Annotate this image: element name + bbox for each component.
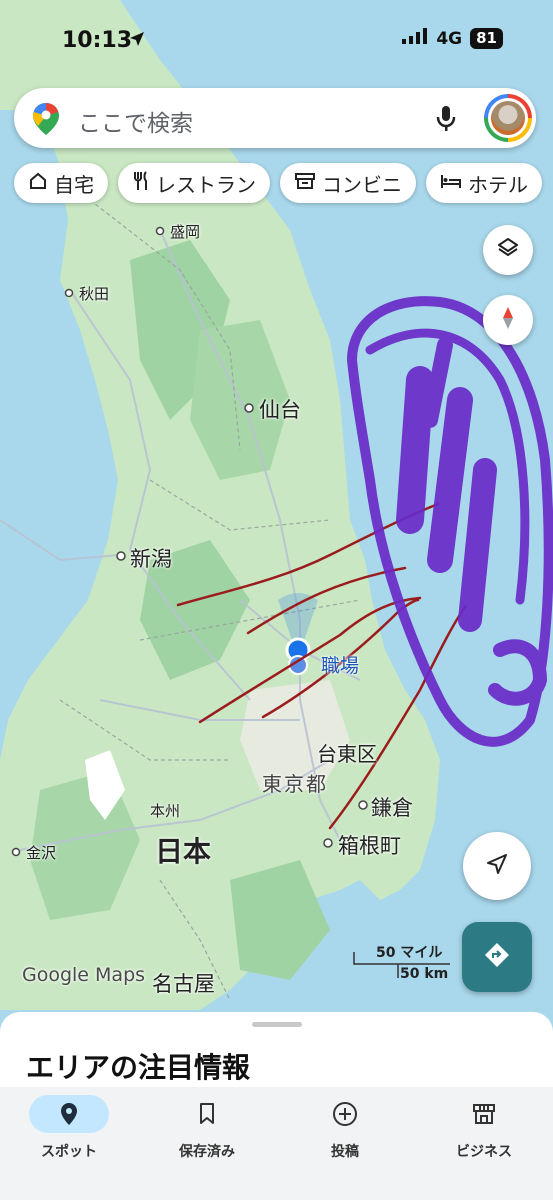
search-bar[interactable]: ここで検索 bbox=[14, 88, 536, 148]
compass-icon bbox=[497, 305, 519, 335]
city-label-taito: 台東区 bbox=[317, 742, 377, 766]
city-label-nagoya: 名古屋 bbox=[152, 972, 215, 996]
bookmark-icon bbox=[167, 1095, 247, 1133]
navigation-arrow-icon bbox=[485, 852, 509, 880]
category-chips: 自宅 レストラン コンビニ ホテル bbox=[14, 163, 542, 203]
chip-restaurant[interactable]: レストラン bbox=[118, 163, 270, 203]
tab-label: ビジネス bbox=[456, 1144, 512, 1160]
google-maps-logo-icon bbox=[32, 102, 60, 140]
store-icon bbox=[294, 171, 316, 196]
directions-button[interactable] bbox=[462, 922, 532, 992]
sheet-title: エリアの注目情報 bbox=[26, 1051, 251, 1084]
scale-miles: 50 マイル bbox=[376, 945, 443, 961]
hotel-icon bbox=[440, 171, 462, 195]
my-location-button[interactable] bbox=[463, 832, 531, 900]
bottom-sheet[interactable]: エリアの注目情報 bbox=[0, 1012, 553, 1092]
tab-label: スポット bbox=[41, 1144, 97, 1160]
city-label-hakone: 箱根町 bbox=[338, 834, 401, 858]
chip-label: レストラン bbox=[156, 172, 256, 197]
home-icon bbox=[28, 171, 48, 196]
status-time: 10:13 bbox=[62, 28, 133, 53]
microphone-icon[interactable] bbox=[434, 104, 458, 136]
layers-icon bbox=[496, 236, 520, 264]
add-circle-icon bbox=[305, 1095, 385, 1133]
chip-home[interactable]: 自宅 bbox=[14, 163, 108, 203]
tab-saved[interactable]: 保存済み bbox=[147, 1095, 267, 1161]
google-maps-watermark: Google Maps bbox=[22, 964, 146, 986]
city-label-sendai: 仙台 bbox=[259, 398, 301, 422]
directions-icon bbox=[484, 942, 510, 972]
search-input[interactable]: ここで検索 bbox=[78, 104, 193, 138]
tab-label: 保存済み bbox=[179, 1144, 235, 1160]
country-label-japan: 日本 bbox=[155, 835, 212, 868]
layers-button[interactable] bbox=[483, 225, 533, 275]
city-label-morioka: 盛岡 bbox=[170, 223, 201, 241]
location-arrow-icon bbox=[128, 30, 146, 52]
city-label-kanazawa: 金沢 bbox=[26, 844, 57, 862]
sheet-drag-handle[interactable] bbox=[252, 1022, 302, 1027]
city-label-niigata: 新潟 bbox=[130, 547, 172, 571]
tab-business[interactable]: ビジネス bbox=[424, 1095, 544, 1161]
chip-hotel[interactable]: ホテル bbox=[426, 163, 542, 203]
chip-label: ホテル bbox=[468, 172, 528, 197]
location-pin-icon bbox=[29, 1095, 109, 1133]
island-label-honshu: 本州 bbox=[150, 802, 181, 820]
city-label-kamakura: 鎌倉 bbox=[371, 796, 413, 820]
compass-button[interactable] bbox=[483, 295, 533, 345]
network-type: 4G bbox=[436, 28, 463, 49]
battery-icon: 81 bbox=[470, 28, 503, 49]
status-bar: 10:13 4G 81 bbox=[0, 0, 553, 80]
signal-icon bbox=[402, 28, 428, 49]
chip-label: コンビニ bbox=[322, 172, 402, 197]
bottom-nav: スポット 保存済み 投稿 ビジネス bbox=[0, 1087, 553, 1200]
work-label[interactable]: 職場 bbox=[321, 651, 359, 678]
tab-post[interactable]: 投稿 bbox=[285, 1095, 405, 1161]
tab-label: 投稿 bbox=[331, 1144, 359, 1160]
chip-convenience-store[interactable]: コンビニ bbox=[280, 163, 416, 203]
store-icon bbox=[444, 1095, 524, 1133]
city-label-akita: 秋田 bbox=[79, 285, 110, 303]
avatar[interactable] bbox=[484, 94, 532, 142]
scale-km: 50 km bbox=[400, 966, 449, 982]
chip-label: 自宅 bbox=[54, 172, 94, 197]
scale-bar: 50 マイル 50 km bbox=[352, 942, 452, 982]
restaurant-icon bbox=[132, 170, 150, 197]
city-label-tokyo: 東京都 bbox=[262, 772, 328, 796]
tab-spot[interactable]: スポット bbox=[9, 1095, 129, 1161]
